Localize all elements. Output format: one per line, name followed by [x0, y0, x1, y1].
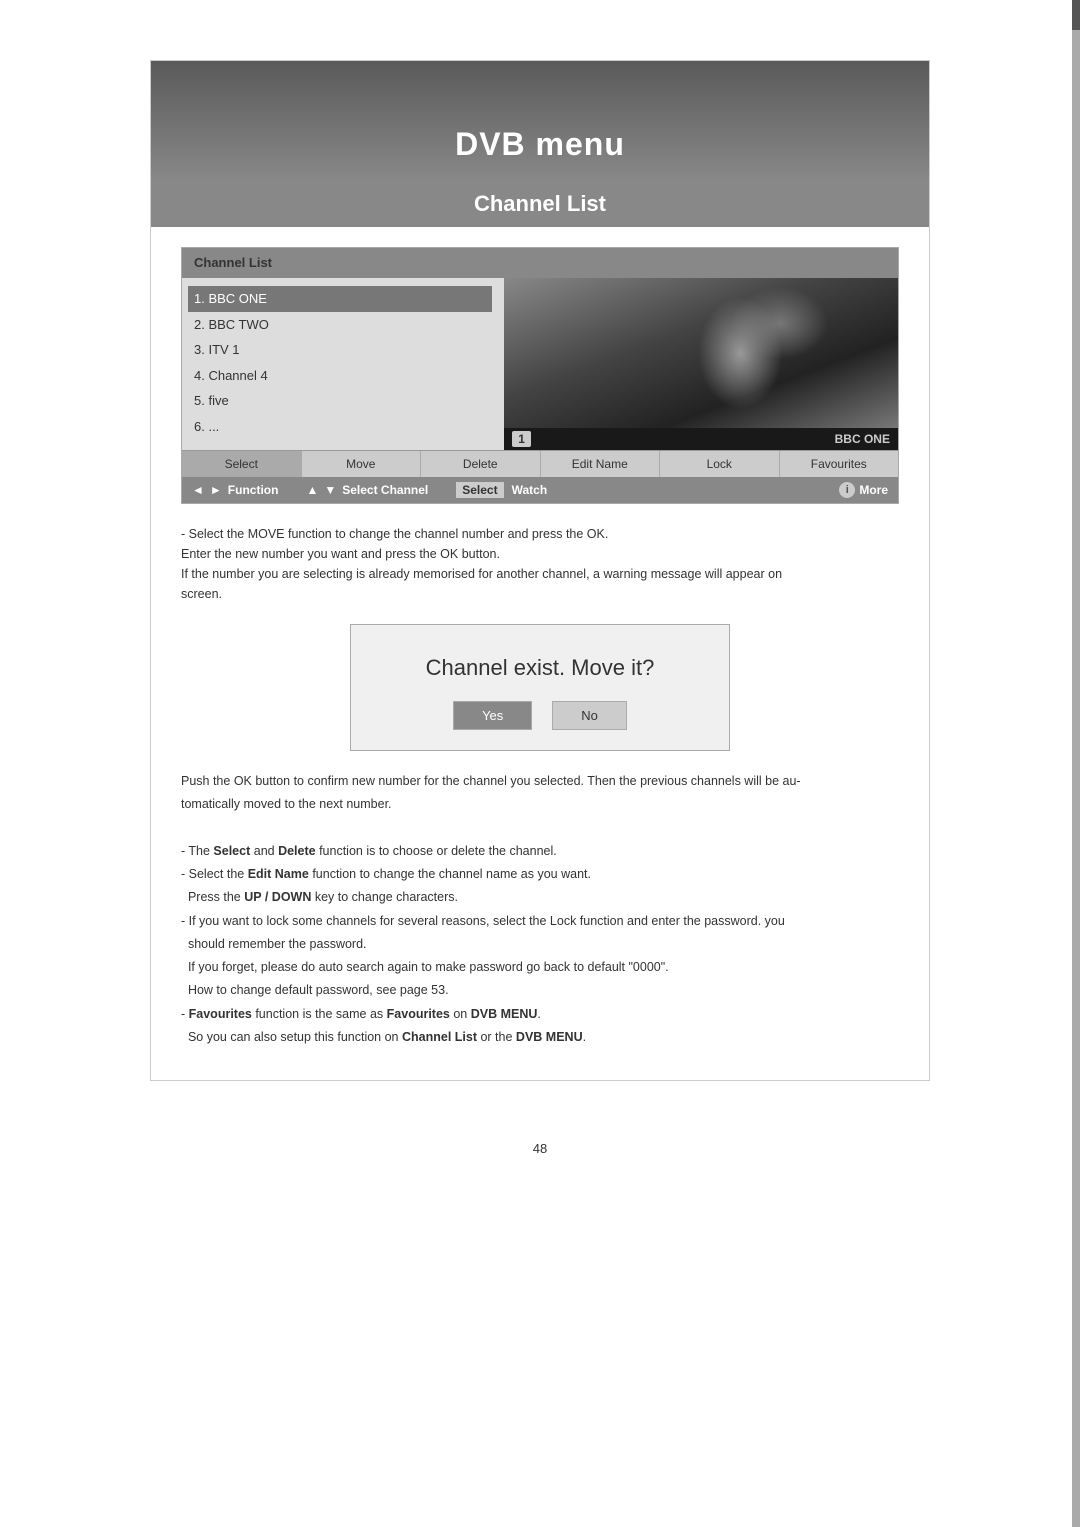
down-arrow-icon[interactable]: ▼: [324, 483, 336, 497]
list-item[interactable]: 4. Channel 4: [194, 363, 492, 389]
delete-button[interactable]: Delete: [421, 451, 541, 477]
dialog-buttons: Yes No: [371, 701, 709, 730]
bottom-line-8: should remember the password.: [181, 934, 899, 955]
channel-list-title: Channel List: [474, 191, 606, 216]
info-icon[interactable]: i: [839, 482, 855, 498]
list-item[interactable]: 5. five: [194, 388, 492, 414]
bottom-line-5: - Select the Edit Name function to chang…: [181, 864, 899, 885]
scrollbar[interactable]: [1072, 0, 1080, 1527]
dialog-title: Channel exist. Move it?: [371, 655, 709, 681]
favourites-button[interactable]: Favourites: [780, 451, 899, 477]
bottom-line-2: tomatically moved to the next number.: [181, 794, 899, 815]
scrollbar-thumb: [1072, 0, 1080, 30]
dvb-menu-title: DVB menu: [455, 126, 625, 163]
channel-list-left: 1. BBC ONE 2. BBC TWO 3. ITV 1 4. Channe…: [182, 278, 504, 450]
dialog-yes-button[interactable]: Yes: [453, 701, 532, 730]
bottom-line-7: - If you want to lock some channels for …: [181, 911, 899, 932]
channel-preview-image: [504, 278, 898, 428]
channel-preview-panel: 1 BBC ONE: [504, 278, 898, 450]
instruction-line-3: If the number you are selecting is alrea…: [181, 564, 899, 584]
list-item[interactable]: 1. BBC ONE: [188, 286, 492, 312]
channel-number-badge: 1: [512, 431, 531, 447]
bottom-line-9: If you forget, please do auto search aga…: [181, 957, 899, 978]
right-arrow-icon[interactable]: ►: [210, 483, 222, 497]
bottom-line-10: How to change default password, see page…: [181, 980, 899, 1001]
channel-list-ui-header-text: Channel List: [194, 255, 272, 270]
bottom-spacer: [181, 818, 899, 839]
instruction-line-4: screen.: [181, 584, 899, 604]
left-arrow-icon[interactable]: ◄: [192, 483, 204, 497]
channel-list-box: Channel List 1. BBC ONE 2. BBC TWO 3. IT…: [181, 247, 899, 504]
watch-nav-label: Watch: [512, 483, 548, 497]
move-button[interactable]: Move: [302, 451, 422, 477]
instructions-below-dialog: Push the OK button to confirm new number…: [181, 771, 899, 1048]
instruction-line-1: - Select the MOVE function to change the…: [181, 524, 899, 544]
channel-list-body: 1. BBC ONE 2. BBC TWO 3. ITV 1 4. Channe…: [182, 278, 898, 450]
select-button[interactable]: Select: [182, 451, 302, 477]
more-label[interactable]: More: [859, 483, 888, 497]
up-arrow-icon[interactable]: ▲: [306, 483, 318, 497]
edit-name-button[interactable]: Edit Name: [541, 451, 661, 477]
channel-exist-dialog: Channel exist. Move it? Yes No: [350, 624, 730, 751]
action-button-row: Select Move Delete Edit Name Lock Favour…: [182, 450, 898, 477]
instruction-line-2: Enter the new number you want and press …: [181, 544, 899, 564]
instructions-above-dialog: - Select the MOVE function to change the…: [181, 524, 899, 604]
bottom-line-6: Press the UP / DOWN key to change charac…: [181, 887, 899, 908]
channel-list-title-bar: Channel List: [151, 181, 929, 227]
page-number: 48: [533, 1141, 547, 1176]
bottom-line-11: - Favourites function is the same as Fav…: [181, 1004, 899, 1025]
bottom-line-1: Push the OK button to confirm new number…: [181, 771, 899, 792]
dialog-no-button[interactable]: No: [552, 701, 627, 730]
bottom-line-4: - The Select and Delete function is to c…: [181, 841, 899, 862]
function-label: Function: [228, 483, 279, 497]
nav-row: ◄ ► Function ▲ ▼ Select Channel Select W…: [182, 477, 898, 503]
list-item[interactable]: 3. ITV 1: [194, 337, 492, 363]
select-channel-label: Select Channel: [342, 483, 428, 497]
bottom-line-12: So you can also setup this function on C…: [181, 1027, 899, 1048]
channel-list-ui-header: Channel List: [182, 248, 898, 278]
select-nav-button[interactable]: Select: [456, 482, 503, 498]
lock-button[interactable]: Lock: [660, 451, 780, 477]
list-item[interactable]: 6. ...: [194, 414, 492, 440]
main-content: Channel List 1. BBC ONE 2. BBC TWO 3. IT…: [151, 227, 929, 1080]
list-item[interactable]: 2. BBC TWO: [194, 312, 492, 338]
preview-face-decoration: [504, 278, 898, 428]
page-wrapper: DVB menu Channel List Channel List 1. BB…: [150, 60, 930, 1081]
dvb-menu-header: DVB menu: [151, 61, 929, 181]
channel-preview-footer: 1 BBC ONE: [504, 428, 898, 450]
nav-info-area: i More: [839, 482, 888, 498]
channel-name-badge: BBC ONE: [835, 432, 890, 446]
